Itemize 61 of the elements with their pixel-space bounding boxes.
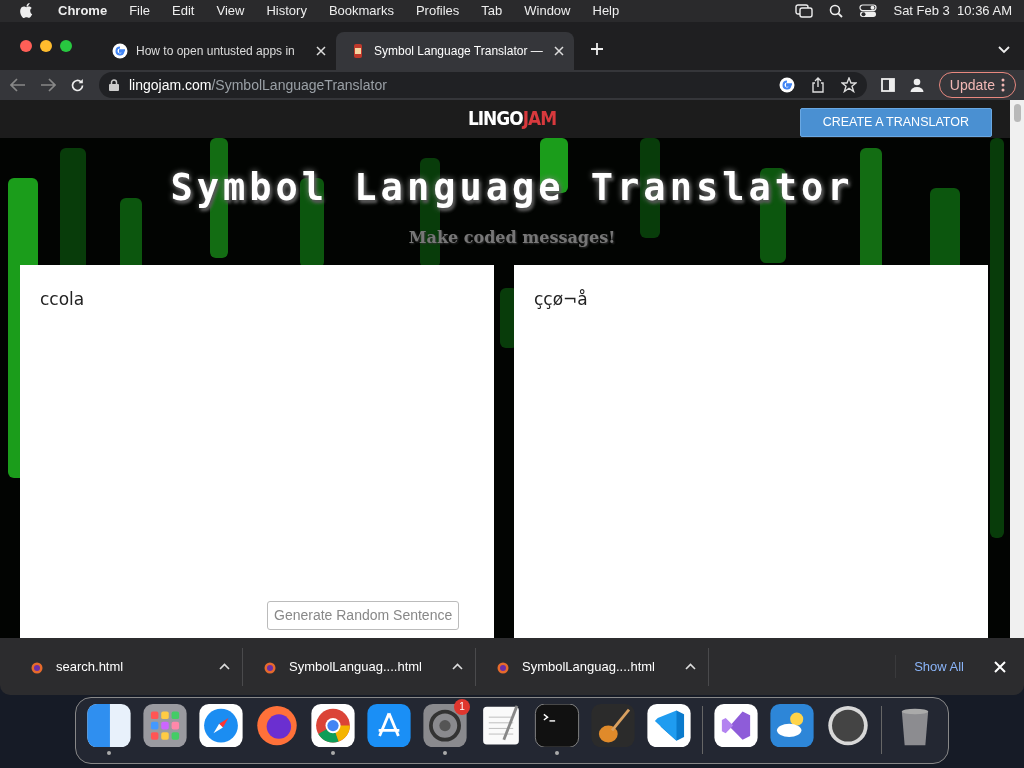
google-favicon-icon <box>112 43 128 59</box>
site-logo[interactable]: LINGOJAM <box>467 104 557 133</box>
screen-mirroring-icon[interactable] <box>795 4 814 18</box>
control-center-icon[interactable] <box>859 4 878 18</box>
browser-tab[interactable]: How to open untusted apps in <box>98 32 336 70</box>
close-tab-icon[interactable] <box>316 46 326 56</box>
menu-item[interactable]: Edit <box>172 1 195 21</box>
menu-item[interactable]: History <box>266 1 307 21</box>
more-icon[interactable] <box>1001 78 1005 92</box>
cloud-sun-icon[interactable] <box>769 704 815 748</box>
menu-item[interactable]: File <box>129 1 151 21</box>
new-tab-icon[interactable] <box>590 42 604 56</box>
caret-up-icon[interactable] <box>452 663 463 670</box>
page-subtitle: Make coded messages! <box>408 226 616 249</box>
menu-item[interactable]: Window <box>524 1 571 21</box>
show-all-button[interactable]: Show All <box>895 654 976 679</box>
close-tab-icon[interactable] <box>554 46 564 56</box>
download-item[interactable]: SymbolLanguag....html <box>243 647 476 686</box>
chrome-icon[interactable] <box>310 704 356 748</box>
address-bar[interactable]: lingojam.com/SymbolLanguageTranslator <box>99 72 867 98</box>
download-item[interactable]: search.html <box>10 647 243 686</box>
app-grid-icon[interactable] <box>142 704 188 748</box>
menu-item[interactable]: Tab <box>481 1 503 21</box>
close-icon[interactable] <box>994 660 1006 673</box>
google-lens-icon[interactable] <box>778 77 795 93</box>
compass-icon[interactable] <box>198 704 244 748</box>
zoom-window-button[interactable] <box>60 40 72 52</box>
browser-tab[interactable]: Symbol Language Translator — <box>336 32 574 70</box>
app-store-icon[interactable] <box>366 704 412 748</box>
minimize-window-button[interactable] <box>40 40 52 52</box>
notification-badge: 1 <box>454 699 470 715</box>
guitar-icon[interactable] <box>590 704 636 748</box>
lock-icon <box>109 79 119 91</box>
close-window-button[interactable] <box>20 40 32 52</box>
menu-item[interactable]: Help <box>592 1 620 21</box>
caret-up-icon[interactable] <box>685 663 696 670</box>
menu-item[interactable]: Profiles <box>415 1 460 21</box>
menu-item[interactable]: Bookmarks <box>328 1 394 21</box>
apple-icon[interactable] <box>20 3 34 19</box>
page-title: Symbol Language Translator <box>170 165 854 211</box>
forward-icon[interactable] <box>40 78 56 92</box>
generate-random-sentence-button[interactable]: Generate Random Sentence <box>267 601 460 630</box>
scrollbar[interactable] <box>1010 100 1024 638</box>
bookmark-star-icon[interactable] <box>840 77 857 93</box>
output-text-area[interactable]: ççø¬å <box>514 265 988 638</box>
download-item[interactable]: SymbolLanguag....html <box>476 647 709 686</box>
code-editor-icon[interactable] <box>646 704 692 748</box>
reload-icon[interactable] <box>70 77 85 93</box>
tab-search-icon[interactable] <box>998 46 1010 54</box>
caret-up-icon[interactable] <box>219 663 230 670</box>
search-icon[interactable] <box>829 4 844 18</box>
profile-icon[interactable] <box>908 77 925 93</box>
clock[interactable]: Sat Feb 3 10:36 AM <box>893 1 1012 21</box>
share-icon[interactable] <box>810 77 825 93</box>
side-panel-icon[interactable] <box>880 78 895 92</box>
gear-icon[interactable] <box>422 704 468 748</box>
infinity-icon[interactable] <box>713 704 759 748</box>
app-menu[interactable]: Chrome <box>58 1 108 21</box>
back-icon[interactable] <box>10 78 26 92</box>
terminal-icon[interactable] <box>534 704 580 748</box>
menu-item[interactable]: View <box>216 1 245 21</box>
